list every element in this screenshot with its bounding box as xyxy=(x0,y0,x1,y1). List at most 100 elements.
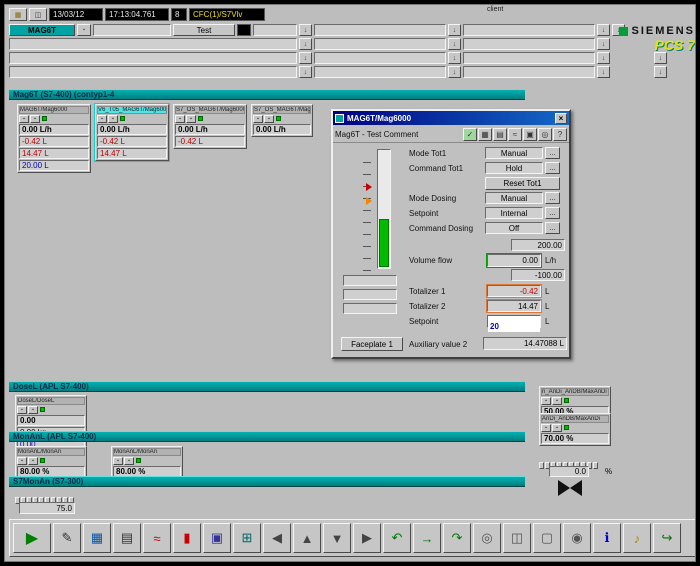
ack-button[interactable]: ↓ xyxy=(299,24,312,36)
ack-button[interactable]: ↓ xyxy=(448,24,461,36)
report-tool-button[interactable]: ▤ xyxy=(493,128,507,141)
scale-tick xyxy=(363,258,371,259)
back-icon: ↶ xyxy=(392,530,403,546)
segment-bar xyxy=(15,491,83,500)
aux-value-label: Auxiliary value 2 xyxy=(409,340,467,349)
tile-tool-icon[interactable]: ▪ xyxy=(17,457,27,465)
app-icon: ▦ xyxy=(15,11,22,19)
tile-tool-icon[interactable]: ▪ xyxy=(108,115,118,123)
ack-button[interactable]: ↓ xyxy=(448,38,461,50)
ack-button[interactable]: ↓ xyxy=(448,52,461,64)
tile-mag6t-1[interactable]: MAG6T/Mag6000 ▪▪ 0.00 L/h -0.42 L 14.47 … xyxy=(17,104,91,173)
chart-tool-button[interactable]: ▦ xyxy=(478,128,492,141)
nav-left-button[interactable]: ◀ xyxy=(263,523,291,553)
print-button[interactable]: ▣ xyxy=(203,523,231,553)
alarm-row: ↓ ↓ ↓ ↓ xyxy=(9,52,689,64)
info-button[interactable]: ℹ xyxy=(593,523,621,553)
tile-status-icon xyxy=(564,398,569,403)
valve-icon[interactable] xyxy=(557,479,583,497)
ack-icon: ↓ xyxy=(304,27,308,34)
tile-mag6t-2[interactable]: V6_T05_MAG6T/Mag6000 ▪▪ 0.00 L/h -0.42 L… xyxy=(95,104,169,161)
command-dosing-more-button[interactable]: … xyxy=(545,222,560,234)
start-button[interactable]: ▶ xyxy=(13,523,51,553)
tile-tool-icon[interactable]: ▪ xyxy=(28,406,38,414)
faceplate-titlebar[interactable]: MAG6T/Mag6000 × xyxy=(333,111,569,125)
help-tool-button[interactable]: ? xyxy=(553,128,567,141)
tile-andi-2[interactable]: AnDi_AnDB/MaxAnDi ▪▪ 70.00 % xyxy=(539,413,611,446)
zoom-button[interactable]: ◎ xyxy=(473,523,501,553)
setpoint-mode-more-button[interactable]: … xyxy=(545,207,560,219)
close-button[interactable]: × xyxy=(555,113,567,124)
select-tool-button[interactable]: ✓ xyxy=(463,128,477,141)
screens-button[interactable]: ▢ xyxy=(533,523,561,553)
alarm-group-button[interactable]: MAG6T xyxy=(9,24,75,36)
trend-button[interactable]: ≈ xyxy=(143,523,171,553)
horn-button[interactable]: ♪ xyxy=(623,523,651,553)
table-button[interactable]: ⊞ xyxy=(233,523,261,553)
reset-tot1-button[interactable]: Reset Tot1 xyxy=(485,177,560,190)
tile-tool-icon[interactable]: ▪ xyxy=(541,424,551,432)
nav-down-button[interactable]: ▼ xyxy=(323,523,351,553)
forward-button[interactable]: → xyxy=(413,523,441,553)
tile-tool-icon[interactable]: ▪ xyxy=(552,397,562,405)
tile-mag6t-3[interactable]: S7_OS_MAG6T/Mag6000 ▪▪ 0.00 L/h -0.42 L xyxy=(173,104,247,149)
view-button[interactable]: ◉ xyxy=(563,523,591,553)
statistics-button[interactable]: ▦ xyxy=(83,523,111,553)
jump-button[interactable]: ↷ xyxy=(443,523,471,553)
tile-mag6t-4[interactable]: S7_OS_MAG6T/Mag6000 ▪▪ 0.00 L/h xyxy=(251,104,313,137)
faceplate-comment: Mag6T - Test Comment xyxy=(335,130,418,139)
tile-tool-icon[interactable]: ▪ xyxy=(17,406,27,414)
alarm-test-button[interactable]: Test xyxy=(173,24,235,36)
report-button[interactable]: ▤ xyxy=(113,523,141,553)
ack-button[interactable]: ↓ xyxy=(597,52,610,64)
segment xyxy=(539,462,544,469)
exit-button[interactable]: ↪ xyxy=(653,523,681,553)
print-tool-button[interactable]: ▣ xyxy=(523,128,537,141)
tile-tool-icon[interactable]: ▪ xyxy=(97,115,107,123)
totalizer1-value: -0.42 xyxy=(487,285,541,297)
back-button[interactable]: ↶ xyxy=(383,523,411,553)
ack-button[interactable]: ↓ xyxy=(299,38,312,50)
scroll-button[interactable]: ↓ xyxy=(654,66,667,78)
alarm-mini-button[interactable]: ▪ xyxy=(77,24,91,36)
ack-button[interactable]: ↓ xyxy=(299,52,312,64)
scroll-button[interactable]: ↓ xyxy=(654,52,667,64)
thermometer-button[interactable]: ▮ xyxy=(173,523,201,553)
tile-tool-icon[interactable]: ▪ xyxy=(253,115,263,123)
app-menu-button[interactable]: ▦ xyxy=(9,8,27,21)
command-tot1-more-button[interactable]: … xyxy=(545,162,560,174)
tile-tool-icon[interactable]: ▪ xyxy=(541,397,551,405)
tile-toolbar: ▪▪ xyxy=(17,405,85,414)
mode-tot1-more-button[interactable]: … xyxy=(545,147,560,159)
setpoint-input[interactable] xyxy=(488,321,540,332)
trend-tool-button[interactable]: ≈ xyxy=(508,128,522,141)
ack-button[interactable]: ↓ xyxy=(597,66,610,78)
alarm-list-button[interactable]: ◫ xyxy=(29,8,47,21)
tile-tool-icon[interactable]: ▪ xyxy=(19,115,29,123)
window-button[interactable]: ◫ xyxy=(503,523,531,553)
alarm-message-field xyxy=(253,24,297,36)
zoom-tool-button[interactable]: ◎ xyxy=(538,128,552,141)
tile-monanl-1[interactable]: MonAnL/MonAn ▪▪ 80.00 % xyxy=(15,446,87,479)
tile-tool-icon[interactable]: ▪ xyxy=(552,424,562,432)
nav-right-button[interactable]: ▶ xyxy=(353,523,381,553)
meter-value-field: 0.0 xyxy=(549,466,589,477)
ack-icon: ↓ xyxy=(304,55,308,62)
tile-value-tot1: -0.42 L xyxy=(19,136,89,147)
faceplate-toolbar: Mag6T - Test Comment ✓▦▤≈▣◎? xyxy=(333,126,569,143)
tile-tool-icon[interactable]: ▪ xyxy=(113,457,123,465)
faceplate1-button[interactable]: Faceplate 1 xyxy=(341,337,403,351)
ack-button[interactable]: ↓ xyxy=(299,66,312,78)
tile-tool-icon[interactable]: ▪ xyxy=(30,115,40,123)
tile-dosel[interactable]: DoseL/DoseL ▪▪ 0.00 0.00 kg 0.00 xyxy=(15,395,87,452)
mode-dosing-more-button[interactable]: … xyxy=(545,192,560,204)
edit-button[interactable]: ✎ xyxy=(53,523,81,553)
tile-tool-icon[interactable]: ▪ xyxy=(28,457,38,465)
tile-tool-icon[interactable]: ▪ xyxy=(186,115,196,123)
nav-up-button[interactable]: ▲ xyxy=(293,523,321,553)
tile-tool-icon[interactable]: ▪ xyxy=(124,457,134,465)
tile-tool-icon[interactable]: ▪ xyxy=(175,115,185,123)
ack-button[interactable]: ↓ xyxy=(448,66,461,78)
tile-monanl-2[interactable]: MonAnL/MonAn ▪▪ 80.00 % xyxy=(111,446,183,479)
tile-tool-icon[interactable]: ▪ xyxy=(264,115,274,123)
